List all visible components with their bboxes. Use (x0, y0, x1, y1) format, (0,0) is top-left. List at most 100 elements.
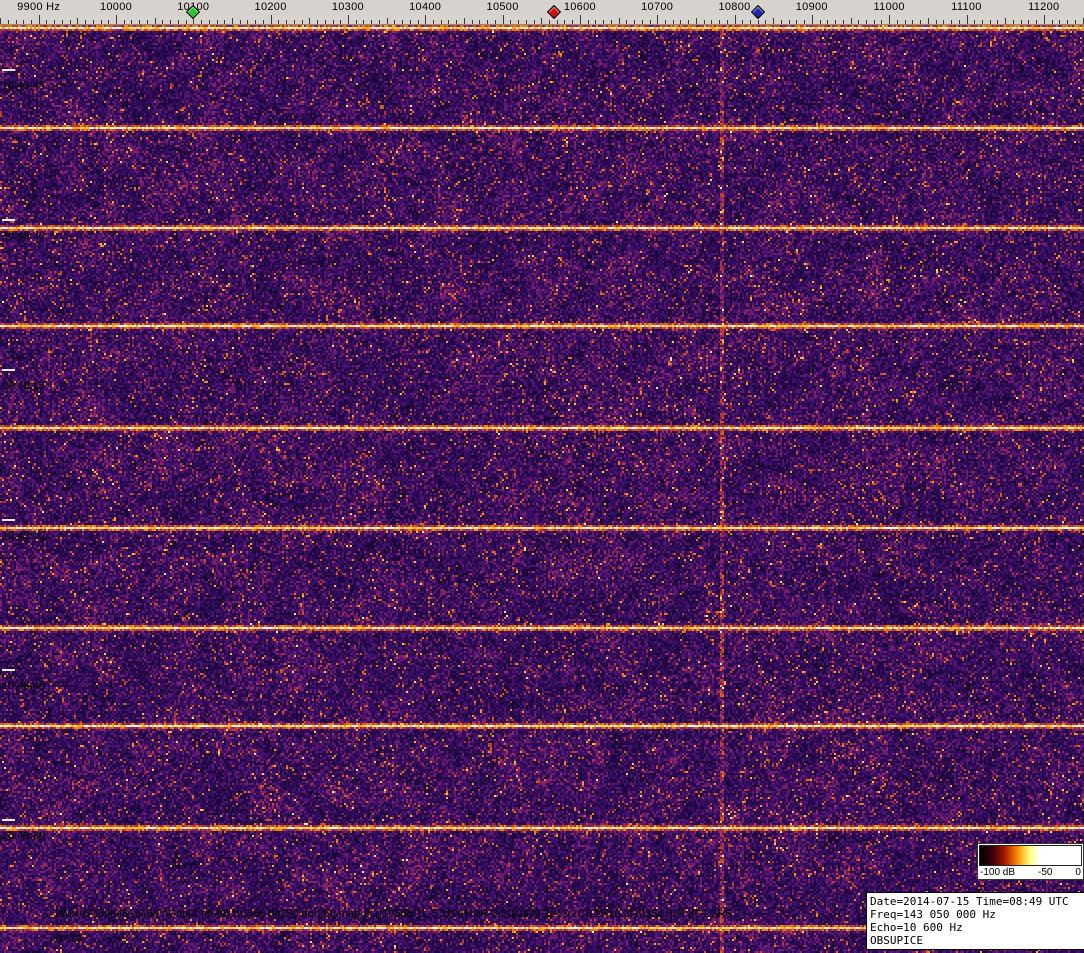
ruler-tick (464, 18, 465, 24)
ruler-tick (363, 20, 364, 24)
ruler-tick (8, 20, 9, 24)
ruler-tick (495, 20, 496, 24)
ruler-tick (479, 20, 480, 24)
frequency-ruler[interactable]: 9900 Hz100001010010200103001040010500106… (0, 0, 1084, 25)
legend-min-label: -100 dB (980, 867, 1015, 878)
ruler-tick (371, 20, 372, 24)
ruler-tick (503, 15, 504, 24)
ruler-tick (626, 20, 627, 24)
ruler-tick (85, 20, 86, 24)
ruler-tick (897, 20, 898, 24)
ruler-tick (209, 20, 210, 24)
ruler-tick (634, 20, 635, 24)
ruler-label-10700: 10700 (641, 1, 673, 13)
info-frequency: Freq=143 050 000 Hz (870, 908, 1082, 921)
ruler-tick (704, 20, 705, 24)
ruler-tick (1005, 18, 1006, 24)
ruler-tick (62, 20, 63, 24)
ruler-tick (23, 20, 24, 24)
ruler-tick (881, 20, 882, 24)
db-legend: -100 dB -50 0 (977, 843, 1084, 880)
ruler-tick (936, 20, 937, 24)
time-label: 10:49:15 (2, 380, 45, 392)
info-station: OBSUPICE (870, 934, 1082, 947)
ruler-tick (711, 20, 712, 24)
meteor-spectrogram-app: 9900 Hz100001010010200103001040010500106… (0, 0, 1084, 953)
time-tick (2, 669, 15, 671)
ruler-tick (758, 20, 759, 24)
ruler-tick (951, 20, 952, 24)
ruler-tick (356, 20, 357, 24)
ruler-tick (534, 20, 535, 24)
time-tick (2, 219, 15, 221)
ruler-tick (719, 20, 720, 24)
ruler-marker-blue-diamond-icon[interactable] (751, 5, 765, 19)
ruler-tick (240, 20, 241, 24)
ruler-tick (124, 20, 125, 24)
ruler-tick (147, 20, 148, 24)
ruler-tick (735, 15, 736, 24)
ruler-tick (1013, 20, 1014, 24)
info-date-time: Date=2014-07-15 Time=08:49 UTC (870, 895, 1082, 908)
ruler-tick (820, 20, 821, 24)
ruler-tick (441, 20, 442, 24)
ruler-label-11000: 11000 (874, 1, 905, 13)
ruler-tick (510, 20, 511, 24)
ruler-tick (0, 18, 1, 24)
ruler-tick (325, 20, 326, 24)
ruler-tick (789, 20, 790, 24)
ruler-tick (433, 20, 434, 24)
ruler-tick (959, 20, 960, 24)
ruler-tick (611, 20, 612, 24)
ruler-tick (116, 15, 117, 24)
ruler-tick (46, 20, 47, 24)
cursor-annotation: ^t+19 (55, 933, 82, 945)
ruler-tick (54, 20, 55, 24)
ruler-tick (232, 18, 233, 24)
time-tick (2, 369, 15, 371)
ruler-tick (773, 18, 774, 24)
ruler-tick (101, 20, 102, 24)
ruler-label-11100: 11100 (951, 1, 981, 13)
ruler-tick (217, 20, 218, 24)
ruler-tick (286, 20, 287, 24)
ruler-tick (317, 20, 318, 24)
ruler-tick (920, 20, 921, 24)
ruler-tick (526, 20, 527, 24)
db-legend-labels: -100 dB -50 0 (979, 866, 1082, 878)
time-label: 10:48:30 (2, 830, 45, 842)
ruler-tick (402, 20, 403, 24)
ruler-tick (255, 20, 256, 24)
ruler-tick (619, 18, 620, 24)
ruler-tick (309, 18, 310, 24)
ruler-tick (162, 20, 163, 24)
ruler-tick (263, 20, 264, 24)
ruler-tick (425, 15, 426, 24)
ruler-tick (1036, 20, 1037, 24)
ruler-tick (974, 20, 975, 24)
ruler-marker-red-diamond-icon[interactable] (547, 5, 561, 19)
spectrogram-area[interactable]: 20140715084819460 hCnt43 nb-88 f10566 hi… (0, 25, 1084, 953)
ruler-tick (804, 20, 805, 24)
ruler-tick (680, 20, 681, 24)
detection-annotation: 20140715084819460 hCnt43 nb-88 f10566 hi… (55, 908, 731, 920)
ruler-tick (588, 20, 589, 24)
ruler-tick (131, 20, 132, 24)
ruler-tick (1021, 20, 1022, 24)
ruler-tick (1044, 15, 1045, 24)
ruler-tick (650, 20, 651, 24)
ruler-tick (928, 18, 929, 24)
ruler-label-10000: 10000 (100, 1, 132, 13)
ruler-tick (796, 20, 797, 24)
ruler-tick (642, 20, 643, 24)
spectrogram-canvas[interactable] (0, 25, 1084, 953)
ruler-tick (572, 20, 573, 24)
ruler-tick (967, 15, 968, 24)
ruler-tick (379, 20, 380, 24)
ruler-tick (170, 20, 171, 24)
ruler-label-10900: 10900 (796, 1, 828, 13)
ruler-tick (781, 20, 782, 24)
ruler-tick (201, 20, 202, 24)
ruler-tick (657, 15, 658, 24)
ruler-tick (843, 20, 844, 24)
